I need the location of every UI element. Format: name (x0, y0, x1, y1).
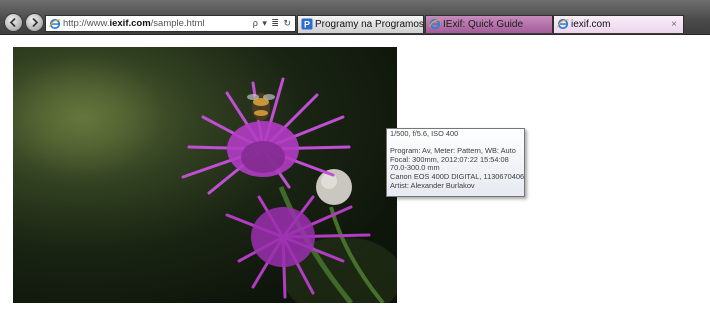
ie-favicon-icon (429, 18, 441, 33)
forward-button[interactable] (25, 13, 44, 32)
address-bar[interactable]: http://www.iexif.com/sample.html ρ ▾ ≣ ↻ (45, 15, 296, 32)
tooltip-artist: Artist: Alexander Burlakov (390, 180, 475, 190)
tab-programosy[interactable]: P Programy na Programosy.pl - ... (297, 15, 424, 33)
url-prefix: http://www. (63, 18, 110, 29)
address-bar-tools[interactable]: ρ ▾ ≣ ↻ (253, 16, 292, 31)
sample-photo[interactable] (13, 47, 397, 303)
arrow-left-icon (9, 17, 16, 28)
ie-favicon-icon (557, 18, 569, 33)
tooltip-exposure: 1/500, f/5.6, ISO 400 (390, 129, 459, 138)
tab-label: IExif: Quick Guide (443, 19, 524, 30)
arrow-right-icon (32, 17, 39, 28)
back-button[interactable] (4, 13, 23, 32)
exif-tooltip: 1/500, f/5.6, ISO 400 Program: Av, Meter… (386, 128, 525, 197)
svg-text:P: P (304, 20, 310, 30)
tab-label: iexif.com (571, 19, 611, 30)
browser-toolbar: http://www.iexif.com/sample.html ρ ▾ ≣ ↻… (0, 0, 710, 35)
url-text: http://www.iexif.com/sample.html (63, 16, 205, 31)
tab-iexif-quick-guide[interactable]: IExif: Quick Guide (425, 15, 553, 33)
flower-bee-image (13, 57, 397, 303)
tab-label: Programy na Programosy.pl - ... (315, 19, 424, 30)
tab-iexif-com[interactable]: iexif.com × (553, 15, 684, 33)
p-favicon-icon: P (301, 18, 313, 33)
url-path: /sample.html (150, 18, 205, 29)
url-domain: iexif.com (109, 18, 151, 29)
close-tab-icon[interactable]: × (671, 16, 677, 33)
ie-logo-icon (49, 18, 61, 35)
